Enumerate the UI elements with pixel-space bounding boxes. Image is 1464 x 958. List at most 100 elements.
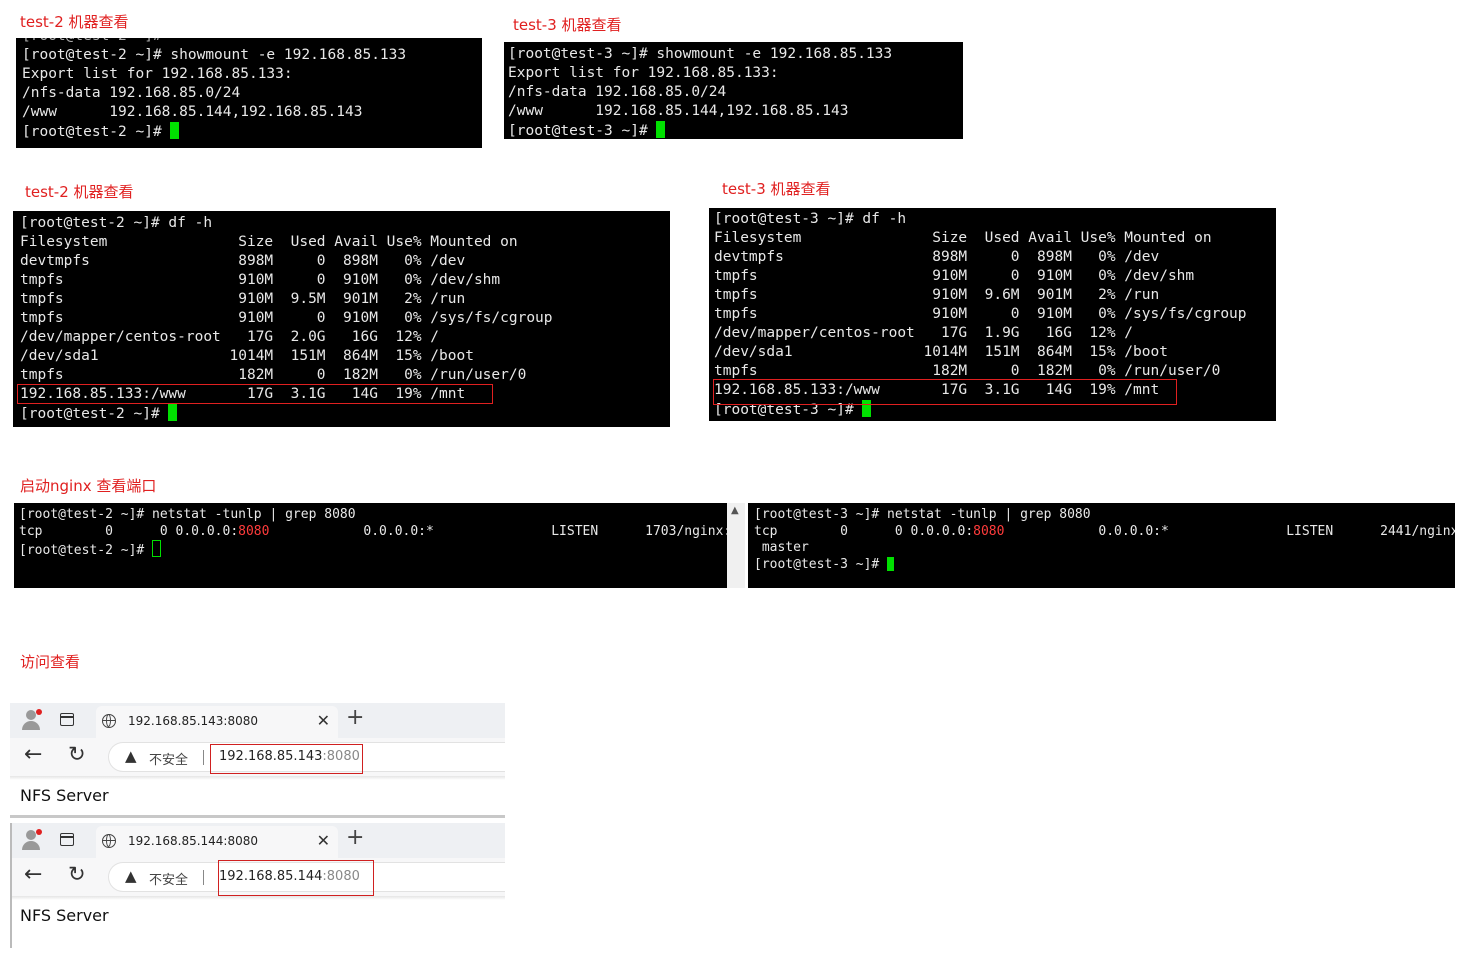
close-tab-icon[interactable]: ✕ (317, 831, 330, 850)
warning-icon[interactable]: ▲ (125, 747, 137, 765)
terminal-prompt-line: [root@test-3 ~]# (754, 556, 1455, 574)
tab-actions-icon[interactable] (60, 833, 74, 846)
scroll-up-icon[interactable]: ▲ (731, 505, 739, 516)
terminal-showmount-test3: [root@test-3 ~]# showmount -e 192.168.85… (504, 42, 963, 139)
netstat-row: tcp 0 0 0.0.0.0:8080 0.0.0.0:* LISTEN 24… (754, 524, 1455, 541)
terminal-line: [root@test-3 ~]# netstat -tunlp | grep 8… (754, 507, 1091, 522)
close-tab-icon[interactable]: ✕ (317, 711, 330, 730)
terminal-line: tmpfs 910M 0 910M 0% /dev/shm (714, 268, 1195, 284)
back-arrow-icon[interactable]: ← (24, 742, 42, 767)
cursor (170, 122, 180, 139)
globe-icon (102, 834, 116, 848)
divider (203, 870, 204, 885)
new-tab-icon[interactable]: + (346, 705, 364, 730)
reload-icon[interactable]: ↻ (68, 742, 86, 766)
terminal-prompt-line: [root@test-2 ~]# (20, 404, 670, 424)
cursor (887, 556, 895, 571)
terminal-prompt-line: [root@test-2 ~]# (22, 122, 482, 142)
tab-actions-icon[interactable] (60, 713, 74, 726)
terminal-line: devtmpfs 898M 0 898M 0% /dev (714, 249, 1160, 265)
caption-test3-df: test-3 机器查看 (722, 180, 831, 198)
page-content: NFS Server (10, 776, 505, 814)
terminal-line: tmpfs 910M 9.5M 901M 2% /run (20, 291, 466, 307)
back-arrow-icon[interactable]: ← (24, 862, 42, 887)
terminal-line: Filesystem Size Used Avail Use% Mounted … (714, 230, 1212, 246)
terminal-line: master (754, 540, 809, 555)
terminal-line: /nfs-data 192.168.85.0/24 (508, 84, 727, 100)
terminal-prompt: [root@test-3 ~]# (754, 556, 888, 572)
terminal-line: [root@test-3 ~]# df -h (714, 211, 907, 227)
page-content: NFS Server (10, 896, 505, 948)
terminal-prompt: [root@test-2 ~]# (20, 406, 169, 422)
terminal-line: tmpfs 910M 0 910M 0% /sys/fs/cgroup (714, 306, 1247, 322)
browser-window-143: 192.168.85.143:8080 ✕ + ← ↻ ▲ 不安全 192.16… (10, 703, 505, 815)
toolbar-shadow (10, 776, 505, 780)
tab-title: 192.168.85.143:8080 (128, 714, 259, 728)
new-tab-icon[interactable]: + (346, 825, 364, 850)
terminal-line: tmpfs 910M 0 910M 0% /sys/fs/cgroup (20, 310, 553, 326)
caption-visit: 访问查看 (20, 653, 81, 671)
tab-strip: 192.168.85.143:8080 ✕ + (10, 703, 505, 738)
netstat-row: tcp 0 0 0.0.0.0:8080 0.0.0.0:* LISTEN 17… (19, 524, 727, 541)
terminal-netstat-test2: [root@test-2 ~]# netstat -tunlp | grep 8… (14, 503, 727, 588)
not-secure-label[interactable]: 不安全 (149, 869, 188, 888)
terminal-line: [root@test-2 ~]# netstat -tunlp | grep 8… (19, 507, 356, 522)
page-text: NFS Server (20, 786, 109, 805)
terminal-line: Export list for 192.168.85.133: (22, 66, 293, 82)
terminal-line: Export list for 192.168.85.133: (508, 65, 779, 81)
terminal-line: [root@test-2 ~]# showmount -e 192.168.85… (22, 47, 407, 63)
terminal-line: tmpfs 910M 9.6M 901M 2% /run (714, 287, 1160, 303)
browser-tab[interactable]: 192.168.85.144:8080 ✕ (96, 826, 338, 858)
terminal-netstat-test3: [root@test-3 ~]# netstat -tunlp | grep 8… (748, 503, 1455, 588)
highlight-url (218, 860, 374, 896)
port-number: 8080 (238, 523, 270, 539)
terminal-line: [root@test-3 ~]# showmount -e 192.168.85… (508, 46, 893, 62)
caption-nginx: 启动nginx 查看端口 (20, 477, 157, 495)
browser-tab[interactable]: 192.168.85.143:8080 ✕ (96, 706, 338, 738)
port-number: 8080 (973, 523, 1005, 539)
terminal-prompt: [root@test-2 ~]# (19, 543, 153, 558)
cursor (168, 404, 178, 421)
not-secure-label[interactable]: 不安全 (149, 749, 188, 768)
profile-avatar-icon[interactable] (22, 829, 42, 850)
terminal-line: devtmpfs 898M 0 898M 0% /dev (20, 253, 466, 269)
terminal-line: [root@test-2 ~]# (22, 38, 482, 46)
netstat-row-pre: tcp 0 0 0.0.0.0: (19, 523, 239, 539)
highlight-url (210, 744, 363, 774)
toolbar-shadow (10, 896, 505, 900)
browser-window-144: 192.168.85.144:8080 ✕ + ← ↻ ▲ 不安全 192.16… (10, 823, 505, 948)
terminal-prompt: [root@test-2 ~]# (22, 124, 171, 140)
terminal-line: /nfs-data 192.168.85.0/24 (22, 85, 241, 101)
highlight-nfs-mount-test3 (713, 379, 1177, 405)
terminal-line: /dev/mapper/centos-root 17G 2.0G 16G 12%… (20, 329, 440, 345)
caption-test2-df: test-2 机器查看 (25, 183, 134, 201)
netstat-row-pre: tcp 0 0 0.0.0.0: (754, 523, 974, 539)
window-divider (10, 815, 505, 818)
warning-icon[interactable]: ▲ (125, 867, 137, 885)
tab-strip: 192.168.85.144:8080 ✕ + (10, 823, 505, 858)
terminal-line: tmpfs 182M 0 182M 0% /run/user/0 (20, 367, 527, 383)
terminal-prompt: [root@test-3 ~]# (508, 123, 657, 139)
terminal-line: Filesystem Size Used Avail Use% Mounted … (20, 234, 518, 250)
terminal-line: tmpfs 910M 0 910M 0% /dev/shm (20, 272, 501, 288)
highlight-nfs-mount-test2 (17, 384, 493, 404)
terminal-line: /dev/sda1 1014M 151M 864M 15% /boot (714, 344, 1168, 360)
terminal-prompt-line: [root@test-2 ~]# (19, 540, 727, 560)
terminal-line: /dev/mapper/centos-root 17G 1.9G 16G 12%… (714, 325, 1134, 341)
window-edge (10, 823, 12, 948)
reload-icon[interactable]: ↻ (68, 862, 86, 886)
netstat-row-post: 0.0.0.0:* LISTEN 2441/nginx: (1004, 523, 1455, 539)
caption-test3-showmount: test-3 机器查看 (513, 16, 622, 34)
divider (203, 750, 204, 765)
cursor (152, 540, 162, 557)
terminal-line: [root@test-2 ~]# df -h (20, 215, 213, 231)
caption-test2-showmount: test-2 机器查看 (20, 13, 129, 31)
globe-icon (102, 714, 116, 728)
terminal-prompt-line: [root@test-3 ~]# (508, 121, 963, 139)
terminal-line: /www 192.168.85.144,192.168.85.143 (22, 104, 363, 120)
terminal-showmount-test2: [root@test-2 ~]# [root@test-2 ~]# showmo… (16, 38, 482, 148)
terminal-line: /dev/sda1 1014M 151M 864M 15% /boot (20, 348, 474, 364)
pane-scrollbar[interactable]: ▲ (727, 503, 745, 588)
page-text: NFS Server (20, 906, 109, 925)
profile-avatar-icon[interactable] (22, 709, 42, 730)
